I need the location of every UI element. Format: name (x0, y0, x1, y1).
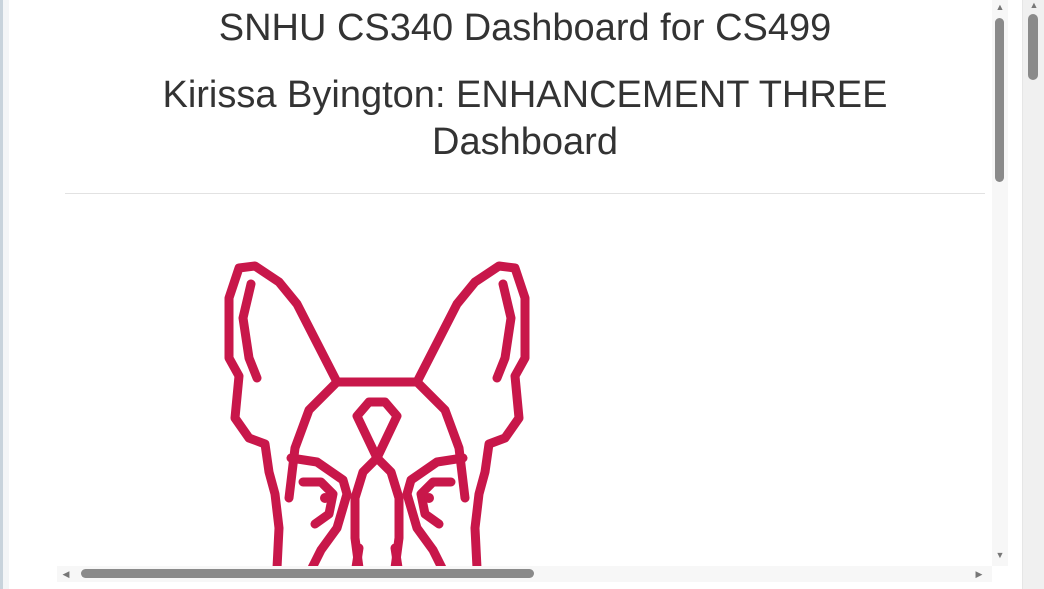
vertical-scroll-thumb[interactable] (995, 18, 1004, 182)
browser-window: SNHU CS340 Dashboard for CS499 Kirissa B… (0, 0, 1044, 589)
horizontal-scrollbar[interactable]: ◀ ▶ (57, 566, 992, 582)
scroll-left-arrow-icon[interactable]: ◀ (61, 568, 71, 580)
horizontal-scroll-thumb[interactable] (81, 569, 534, 578)
scroll-down-arrow-icon[interactable]: ▼ (995, 550, 1005, 560)
scroll-right-arrow-icon[interactable]: ▶ (974, 568, 984, 580)
page-subtitle-line-1: Kirissa Byington: ENHANCEMENT THREE (162, 74, 888, 116)
header-divider (65, 193, 985, 194)
dog-head-logo-icon (224, 261, 530, 566)
outer-vertical-scroll-thumb[interactable] (1028, 14, 1038, 80)
page-subtitle: Kirissa Byington: ENHANCEMENT THREE Dash… (9, 72, 992, 166)
outer-scroll-up-arrow-icon[interactable]: ▲ (1028, 0, 1040, 10)
dashboard-frame: SNHU CS340 Dashboard for CS499 Kirissa B… (9, 0, 992, 566)
scroll-up-arrow-icon[interactable]: ▲ (995, 2, 1005, 12)
outer-vertical-scrollbar[interactable]: ▲ (1022, 0, 1044, 589)
page-title: SNHU CS340 Dashboard for CS499 (218, 7, 832, 49)
page-subtitle-line-2: Dashboard (432, 121, 618, 163)
inner-vertical-scrollbar[interactable]: ▲ ▼ (992, 0, 1008, 566)
